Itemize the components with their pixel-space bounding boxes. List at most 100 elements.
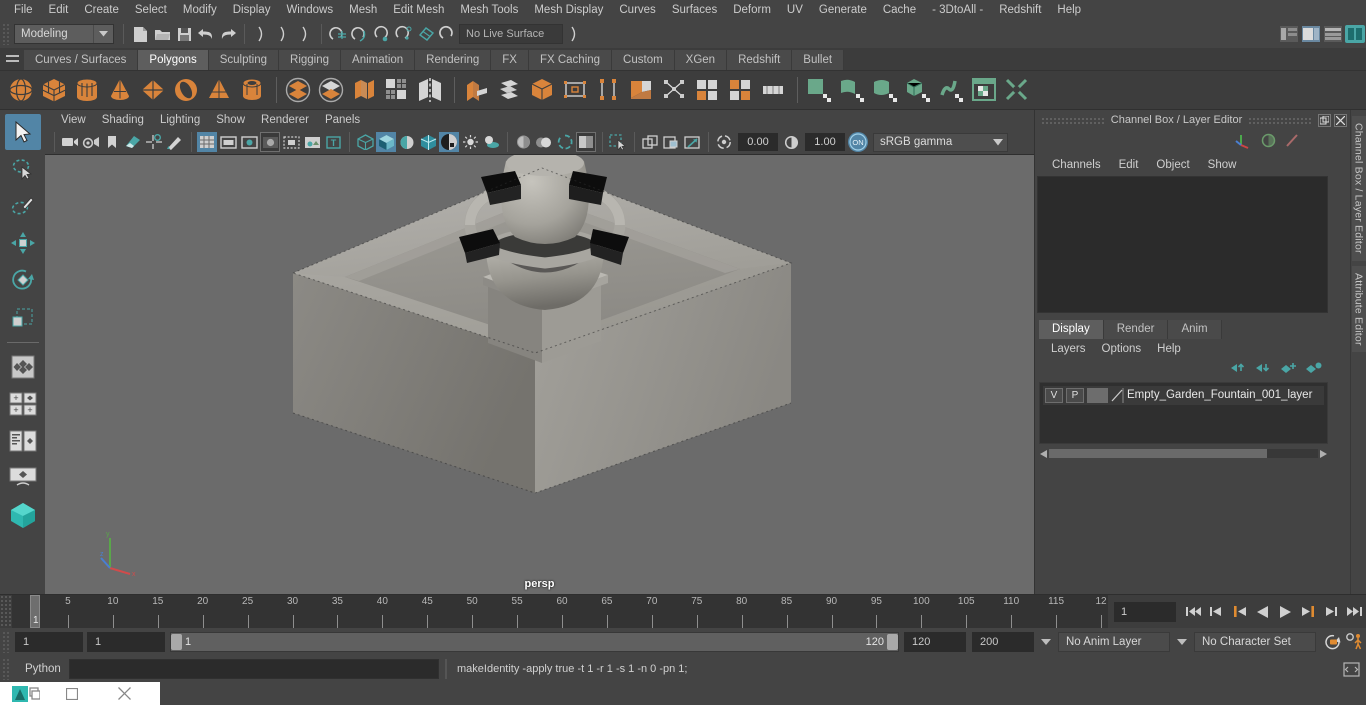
show-hide-channel-box-icon[interactable] [1344, 23, 1366, 45]
rotate-tool[interactable] [5, 262, 41, 298]
persp-outliner-layout[interactable]: + + + [5, 386, 41, 422]
menu-item-edit[interactable]: Edit [41, 3, 77, 17]
mirror-icon[interactable] [415, 74, 445, 106]
menu-item-curves[interactable]: Curves [611, 3, 663, 17]
bookmark-layout[interactable] [5, 497, 41, 533]
layer-menu-layers[interactable]: Layers [1043, 342, 1094, 356]
channel-box-menu-edit[interactable]: Edit [1110, 158, 1148, 172]
menu-item-redshift[interactable]: Redshift [991, 3, 1049, 17]
color-management-selector[interactable]: sRGB gamma [873, 132, 1008, 152]
dimmer-icon[interactable] [1261, 133, 1276, 151]
viewport-menu-shading[interactable]: Shading [94, 113, 152, 127]
uv-snapshot-icon[interactable] [969, 74, 999, 106]
lighting-icon[interactable] [460, 132, 480, 152]
poly-torus-icon[interactable] [171, 74, 201, 106]
combine-icon[interactable] [349, 74, 379, 106]
show-hide-tool-settings-icon[interactable] [1322, 23, 1344, 45]
append-polygon-icon[interactable] [659, 74, 689, 106]
xray-icon[interactable] [302, 132, 322, 152]
paint-select-tool[interactable] [5, 188, 41, 224]
move-layer-down-icon[interactable] [1255, 361, 1272, 377]
live-surface-field[interactable]: No Live Surface [459, 24, 563, 44]
viewport-menu-view[interactable]: View [53, 113, 94, 127]
menu-item-mesh-tools[interactable]: Mesh Tools [452, 3, 526, 17]
step-forward-keyframe-icon[interactable] [1320, 599, 1343, 625]
step-forward-frame-icon[interactable] [1297, 599, 1320, 625]
poly-cylinder-icon[interactable] [72, 74, 102, 106]
viewport-menu-show[interactable]: Show [208, 113, 253, 127]
gamma-icon[interactable] [781, 132, 801, 152]
menu-item-create[interactable]: Create [76, 3, 127, 17]
layer-editor-tab-display[interactable]: Display [1039, 319, 1104, 339]
xray-active-components-icon[interactable] [661, 132, 681, 152]
viewport-menu-lighting[interactable]: Lighting [152, 113, 208, 127]
menu-item-help[interactable]: Help [1049, 3, 1089, 17]
shelf-tab-xgen[interactable]: XGen [674, 50, 728, 70]
time-slider-grip[interactable] [0, 595, 12, 628]
gate-mask-icon[interactable] [260, 132, 280, 152]
shelf-tab-animation[interactable]: Animation [341, 50, 416, 70]
two-d-pan-zoom-icon[interactable] [144, 132, 164, 152]
shelf-tab-bullet[interactable]: Bullet [792, 50, 845, 70]
automatic-map-icon[interactable] [903, 74, 933, 106]
layer-color-swatch[interactable] [1087, 387, 1108, 403]
open-scene-icon[interactable] [151, 23, 173, 45]
poly-pipe-icon[interactable] [237, 74, 267, 106]
grease-pencil-icon[interactable] [165, 132, 185, 152]
extrude-icon[interactable] [461, 74, 491, 106]
range-start-field[interactable]: 1 [87, 632, 165, 652]
gamma-field[interactable]: 1.00 [805, 133, 845, 151]
save-scene-icon[interactable] [173, 23, 195, 45]
poly-pyramid-icon[interactable] [204, 74, 234, 106]
command-language-label[interactable]: Python [11, 663, 69, 675]
panel-grip-right[interactable] [1248, 116, 1312, 124]
character-set-selector[interactable]: No Character Set [1194, 632, 1316, 652]
undock-icon[interactable] [1318, 113, 1331, 127]
menu-item-edit-mesh[interactable]: Edit Mesh [385, 3, 452, 17]
edge-tab-attribute-editor[interactable]: Attribute Editor [1351, 265, 1366, 353]
depth-of-field-icon[interactable] [576, 132, 596, 152]
four-view-layout[interactable] [5, 349, 41, 385]
shelf-tab-curves-surfaces[interactable]: Curves / Surfaces [24, 50, 139, 70]
range-end-handle[interactable] [887, 634, 898, 650]
play-forwards-icon[interactable] [1274, 599, 1297, 625]
uv-unfold-icon[interactable] [936, 74, 966, 106]
shaded-wireframe-icon[interactable] [418, 132, 438, 152]
step-back-frame-icon[interactable] [1228, 599, 1251, 625]
menu-item-3dtoall[interactable]: - 3DtoAll - [924, 3, 991, 17]
select-by-object-icon[interactable] [272, 23, 294, 45]
select-camera-icon[interactable] [60, 132, 80, 152]
select-tool[interactable] [4, 114, 41, 150]
multicut-icon[interactable] [527, 74, 557, 106]
move-layer-up-icon[interactable] [1230, 361, 1247, 377]
command-input[interactable] [69, 659, 439, 679]
close-icon[interactable] [98, 682, 150, 705]
image-plane-icon[interactable] [123, 132, 143, 152]
menu-item-select[interactable]: Select [127, 3, 175, 17]
poly-plane-icon[interactable] [138, 74, 168, 106]
uv-layout-icon[interactable] [1002, 74, 1032, 106]
edge-tab-channel-box[interactable]: Channel Box / Layer Editor [1351, 116, 1366, 261]
exposure-field[interactable]: 0.00 [738, 133, 778, 151]
anim-layer-selector[interactable]: No Anim Layer [1058, 632, 1170, 652]
anim-start-field[interactable]: 1 [15, 632, 83, 652]
color-management-toggle-icon[interactable]: ON [848, 132, 868, 152]
auto-key-icon[interactable] [1322, 631, 1344, 653]
chevron-down-icon[interactable] [989, 138, 1007, 146]
time-slider[interactable]: 1 5 10 15 20 25 30 35 40 45 50 55 60 65 70 75 80 85 90 95 1… [12, 595, 1108, 628]
snap-to-curve-icon[interactable] [349, 23, 371, 45]
bridge-icon[interactable] [626, 74, 656, 106]
layer-name[interactable]: Empty_Garden_Fountain_001_layer [1127, 389, 1312, 401]
bevel-icon[interactable] [494, 74, 524, 106]
shelf-tab-custom[interactable]: Custom [612, 50, 675, 70]
maya-app-icon[interactable] [6, 682, 46, 705]
new-layer-icon[interactable] [1280, 361, 1297, 377]
current-frame-field[interactable]: 1 [1114, 601, 1176, 622]
channel-box-content[interactable] [1037, 176, 1328, 313]
chevron-down-icon[interactable] [93, 25, 113, 43]
persp-viewport[interactable]: y x z persp [45, 154, 1034, 594]
smooth-shade-all-icon[interactable] [397, 132, 417, 152]
redo-icon[interactable] [217, 23, 239, 45]
shadows-icon[interactable] [481, 132, 501, 152]
resolution-gate-icon[interactable] [239, 132, 259, 152]
